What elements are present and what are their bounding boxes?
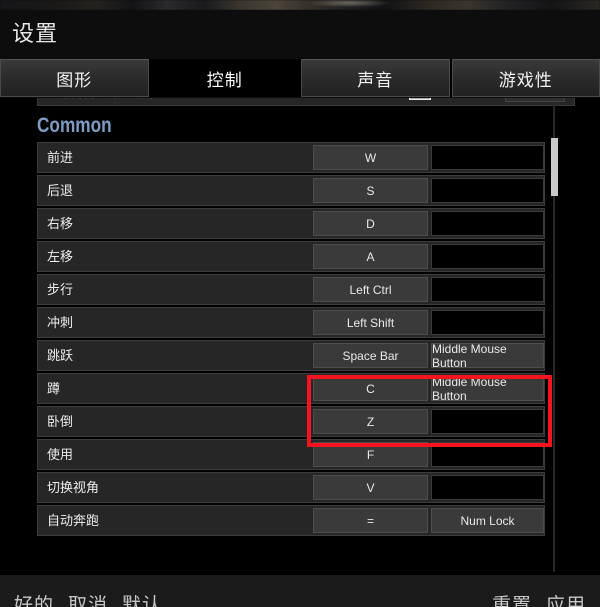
tab-graphics-label: 图形: [56, 70, 93, 90]
binding-action-label: 右移: [47, 216, 74, 231]
binding-secondary-key[interactable]: [431, 310, 544, 335]
binding-action-label: 冲刺: [47, 315, 74, 330]
binding-secondary-key[interactable]: Middle Mouse Button: [431, 375, 544, 403]
sensitivity-slider-row: 10倍瞄准镜灵敏度 50: [37, 98, 575, 106]
settings-list: 10倍瞄准镜灵敏度 50 Common 前进 W 后退 S 右移 D 左移 A 步行 Left C…: [0, 98, 600, 538]
binding-row: 后退 S: [37, 175, 545, 206]
game-background-strip: [0, 0, 600, 10]
binding-row: 切换视角 V: [37, 472, 545, 503]
binding-secondary-key[interactable]: Num Lock: [431, 508, 544, 533]
binding-row: 使用 F: [37, 439, 545, 470]
binding-secondary-key[interactable]: [431, 244, 544, 269]
binding-secondary-key[interactable]: [431, 277, 544, 302]
binding-action-label: 卧倒: [47, 414, 74, 429]
scrollbar-thumb[interactable]: [551, 138, 558, 196]
binding-primary-key[interactable]: S: [313, 178, 428, 203]
binding-action-label: 自动奔跑: [47, 513, 100, 528]
binding-row: 右移 D: [37, 208, 545, 239]
binding-secondary-key[interactable]: [431, 475, 544, 500]
binding-action-label: 步行: [47, 282, 74, 297]
binding-primary-key[interactable]: F: [313, 442, 428, 467]
binding-action-label: 跳跃: [47, 348, 74, 363]
binding-action-label: 后退: [47, 183, 74, 198]
binding-row: 蹲 C Middle Mouse Button: [37, 373, 545, 404]
tab-gameplay-label: 游戏性: [498, 70, 553, 90]
binding-primary-key[interactable]: =: [313, 508, 428, 533]
tab-controls[interactable]: 控制: [150, 59, 299, 97]
settings-scroll-area[interactable]: 10倍瞄准镜灵敏度 50 Common 前进 W 后退 S 右移 D 左移 A 步行 Left C…: [0, 98, 600, 574]
settings-window: 设置 图形 控制 声音 游戏性 10倍瞄准镜灵敏度: [0, 0, 600, 607]
binding-row: 自动奔跑 = Num Lock: [37, 505, 545, 536]
defaults-button[interactable]: 默认: [122, 595, 162, 607]
binding-action-label: 左移: [47, 249, 74, 264]
tab-controls-label: 控制: [206, 70, 243, 90]
binding-secondary-key[interactable]: [431, 178, 544, 203]
tab-gameplay[interactable]: 游戏性: [451, 59, 600, 97]
reset-button[interactable]: 重置: [492, 595, 532, 607]
binding-primary-key[interactable]: Z: [313, 409, 428, 434]
section-header-common: Common: [37, 114, 112, 137]
binding-primary-key[interactable]: C: [313, 376, 428, 401]
binding-primary-key[interactable]: Space Bar: [313, 343, 428, 368]
footer-right-buttons: 重置 应用: [492, 595, 586, 607]
sensitivity-value-field[interactable]: 50: [505, 98, 565, 102]
binding-row: 左移 A: [37, 241, 545, 272]
binding-secondary-key[interactable]: [431, 145, 544, 170]
tab-audio-label: 声音: [357, 70, 394, 90]
binding-primary-key[interactable]: Left Ctrl: [313, 277, 428, 302]
binding-row: 步行 Left Ctrl: [37, 274, 545, 305]
binding-secondary-key[interactable]: [431, 442, 544, 467]
binding-row: 卧倒 Z: [37, 406, 545, 437]
binding-row: 冲刺 Left Shift: [37, 307, 545, 338]
binding-row: 跳跃 Space Bar Middle Mouse Button: [37, 340, 545, 371]
binding-action-label: 前进: [47, 150, 74, 165]
binding-row: 前进 W: [37, 142, 545, 173]
apply-button[interactable]: 应用: [546, 595, 586, 607]
binding-primary-key[interactable]: Left Shift: [313, 310, 428, 335]
binding-secondary-key[interactable]: [431, 409, 544, 434]
binding-primary-key[interactable]: W: [313, 145, 428, 170]
tab-graphics[interactable]: 图形: [0, 59, 149, 97]
binding-action-label: 切换视角: [47, 480, 100, 495]
slider-thumb[interactable]: [409, 98, 431, 100]
tab-audio[interactable]: 声音: [301, 59, 450, 97]
sensitivity-slider-label: 10倍瞄准镜灵敏度: [38, 98, 152, 101]
binding-action-label: 蹲: [47, 381, 61, 396]
binding-rows: 前进 W 后退 S 右移 D 左移 A 步行 Left Ctrl 冲刺 Left Shift 跳跃 Spa…: [0, 142, 600, 536]
ok-button[interactable]: 好的: [14, 595, 54, 607]
binding-primary-key[interactable]: D: [313, 211, 428, 236]
settings-panel: 设置 图形 控制 声音 游戏性 10倍瞄准镜灵敏度: [0, 10, 600, 607]
binding-primary-key[interactable]: V: [313, 475, 428, 500]
binding-secondary-key[interactable]: Middle Mouse Button: [431, 342, 544, 370]
footer-bar: 好的 取消 默认 重置 应用: [0, 574, 600, 607]
page-title: 设置: [12, 21, 59, 46]
cancel-button[interactable]: 取消: [68, 595, 108, 607]
binding-secondary-key[interactable]: [431, 211, 544, 236]
binding-action-label: 使用: [47, 447, 74, 462]
tab-bar: 图形 控制 声音 游戏性: [0, 59, 600, 97]
binding-primary-key[interactable]: A: [313, 244, 428, 269]
footer-left-buttons: 好的 取消 默认: [14, 595, 162, 607]
